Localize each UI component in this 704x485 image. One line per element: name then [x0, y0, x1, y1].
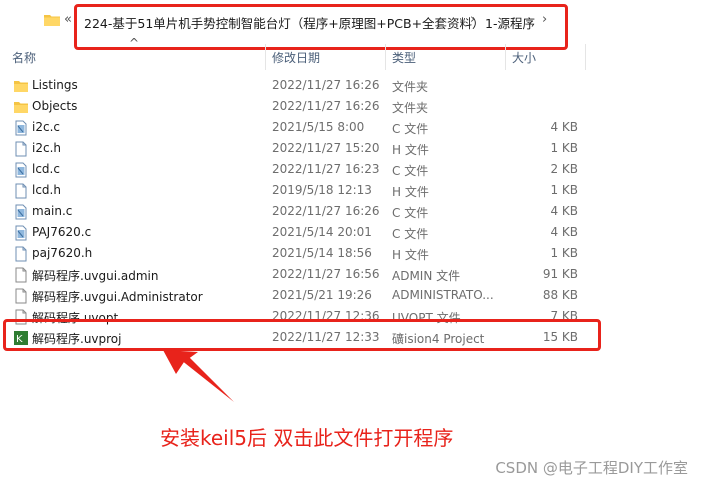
- column-size[interactable]: 大小: [512, 49, 536, 66]
- file-name: main.c: [32, 204, 73, 218]
- file-type: H 文件: [392, 143, 429, 157]
- folder-icon: [13, 99, 29, 115]
- column-type[interactable]: 类型: [392, 49, 416, 66]
- file-modified: 2021/5/14 18:56: [272, 246, 372, 260]
- file-type: C 文件: [392, 206, 429, 220]
- file-modified: 2022/11/27 16:56: [272, 267, 380, 281]
- folder-icon: [13, 78, 29, 94]
- folder-icon: [44, 15, 60, 26]
- column-name[interactable]: 名称: [12, 49, 36, 66]
- file-row[interactable]: 解码程序.uvgui.Administrator 2021/5/21 19:26 A…: [0, 285, 704, 306]
- c-file-icon: [13, 120, 29, 136]
- sort-ascending-icon: ^: [129, 36, 140, 50]
- file-size: 1 KB: [550, 183, 578, 197]
- file-modified: 2022/11/27 16:26: [272, 204, 380, 218]
- watermark: CSDN @电子工程DIY工作室: [495, 459, 688, 477]
- file-name: Objects: [32, 99, 78, 113]
- c-file-icon: [13, 162, 29, 178]
- column-header: 名称 修改日期 类型 大小: [0, 44, 704, 70]
- file-name: lcd.h: [32, 183, 61, 197]
- file-row[interactable]: Listings 2022/11/27 16:26 文件夹: [0, 75, 704, 96]
- file-size: 1 KB: [550, 141, 578, 155]
- generic-file-icon: [13, 267, 29, 283]
- column-modified[interactable]: 修改日期: [272, 49, 320, 66]
- file-size: 2 KB: [550, 162, 578, 176]
- file-name: 解码程序.uvgui.admin: [32, 269, 159, 283]
- file-size: 4 KB: [550, 120, 578, 134]
- generic-file-icon: [13, 288, 29, 304]
- file-type: 文件夹: [392, 80, 429, 94]
- c-file-icon: [13, 225, 29, 241]
- file-size: 4 KB: [550, 204, 578, 218]
- file-name: PAJ7620.c: [32, 225, 92, 239]
- file-type: C 文件: [392, 164, 429, 178]
- h-file-icon: [13, 246, 29, 262]
- file-size: 1 KB: [550, 246, 578, 260]
- file-type: H 文件: [392, 185, 429, 199]
- file-name: 解码程序.uvgui.Administrator: [32, 290, 203, 304]
- file-modified: 2022/11/27 16:26: [272, 78, 380, 92]
- column-divider[interactable]: [265, 44, 266, 70]
- h-file-icon: [13, 183, 29, 199]
- column-divider[interactable]: [585, 44, 586, 70]
- file-name: lcd.c: [32, 162, 60, 176]
- file-row[interactable]: i2c.c 2021/5/15 8:00 C 文件 4 KB: [0, 117, 704, 138]
- column-divider[interactable]: [505, 44, 506, 70]
- file-modified: 2022/11/27 16:23: [272, 162, 380, 176]
- file-row[interactable]: PAJ7620.c 2021/5/14 20:01 C 文件 4 KB: [0, 222, 704, 243]
- file-type: ADMIN 文件: [392, 269, 461, 283]
- file-row[interactable]: lcd.c 2022/11/27 16:23 C 文件 2 KB: [0, 159, 704, 180]
- file-type: 文件夹: [392, 101, 429, 115]
- back-history-icon[interactable]: «: [64, 12, 72, 27]
- file-type: H 文件: [392, 248, 429, 262]
- file-modified: 2022/11/27 15:20: [272, 141, 380, 155]
- file-row[interactable]: Objects 2022/11/27 16:26 文件夹: [0, 96, 704, 117]
- file-size: 91 KB: [542, 267, 578, 281]
- file-modified: 2021/5/15 8:00: [272, 120, 365, 134]
- file-size: 88 KB: [542, 288, 578, 302]
- file-type: C 文件: [392, 122, 429, 136]
- file-modified: 2021/5/21 19:26: [272, 288, 372, 302]
- column-divider[interactable]: [385, 44, 386, 70]
- file-type: ADMINISTRATO...: [392, 288, 494, 302]
- file-row[interactable]: 解码程序.uvgui.admin 2022/11/27 16:56 ADMIN 文件…: [0, 264, 704, 285]
- file-modified: 2019/5/18 12:13: [272, 183, 372, 197]
- uvproj-highlight-box: [3, 319, 601, 351]
- file-name: i2c.c: [32, 120, 60, 134]
- file-name: i2c.h: [32, 141, 61, 155]
- file-row[interactable]: lcd.h 2019/5/18 12:13 H 文件 1 KB: [0, 180, 704, 201]
- file-name: paj7620.h: [32, 246, 93, 260]
- c-file-icon: [13, 204, 29, 220]
- file-size: 4 KB: [550, 225, 578, 239]
- file-type: C 文件: [392, 227, 429, 241]
- file-row[interactable]: main.c 2022/11/27 16:26 C 文件 4 KB: [0, 201, 704, 222]
- file-modified: 2021/5/14 20:01: [272, 225, 372, 239]
- h-file-icon: [13, 141, 29, 157]
- file-row[interactable]: i2c.h 2022/11/27 15:20 H 文件 1 KB: [0, 138, 704, 159]
- file-name: Listings: [32, 78, 78, 92]
- file-modified: 2022/11/27 16:26: [272, 99, 380, 113]
- file-row[interactable]: paj7620.h 2021/5/14 18:56 H 文件 1 KB: [0, 243, 704, 264]
- annotation-note: 安装keil5后 双击此文件打开程序: [160, 426, 454, 450]
